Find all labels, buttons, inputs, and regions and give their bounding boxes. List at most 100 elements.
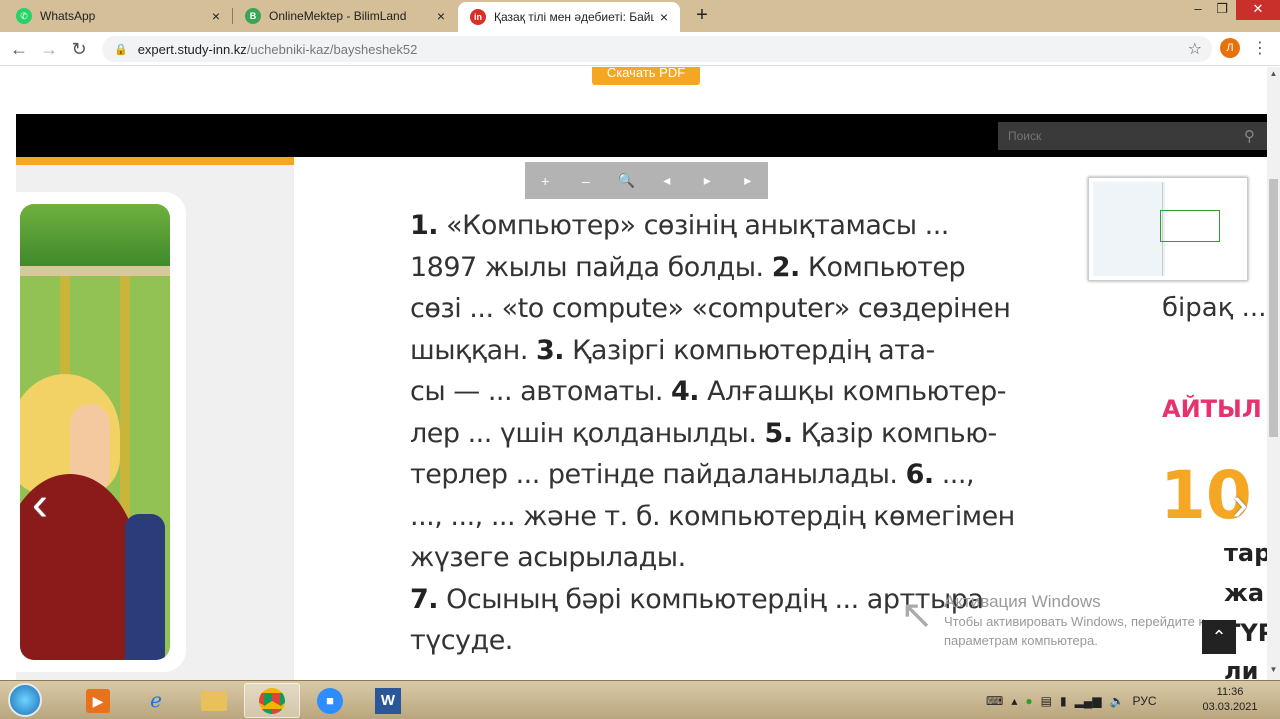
clock-date: 03.03.2021	[1202, 701, 1258, 713]
text-line: ...,	[933, 459, 975, 490]
text-line: шыққан.	[410, 334, 537, 366]
watermark-title: Активация Windows	[944, 592, 1101, 611]
text-line: түсуде.	[410, 625, 513, 656]
grass-image	[20, 204, 170, 266]
prev-icon[interactable]: ◂	[652, 172, 682, 189]
zoom-reset-icon[interactable]: 🔍	[611, 172, 641, 189]
close-tab-icon[interactable]: ×	[431, 8, 451, 24]
url-path: /uchebniki-kaz/baysheshek52	[246, 41, 418, 57]
download-pdf-button[interactable]: Скачать PDF	[592, 67, 700, 85]
start-button[interactable]	[8, 683, 42, 717]
file-explorer-icon[interactable]	[186, 683, 242, 718]
item-number: 6.	[905, 459, 935, 490]
close-tab-icon[interactable]: ×	[654, 9, 674, 25]
page-scrollbar[interactable]: ▲ ▼	[1267, 67, 1280, 680]
tray-expand-icon[interactable]: ▴	[1011, 694, 1017, 708]
fullscreen-icon[interactable]: ▸	[733, 172, 763, 189]
next-page-arrow-icon[interactable]: ›	[1232, 477, 1248, 532]
windows-taskbar: ▶ ℯ ■ W ⌨ ▴ ● ▤ ▮ ▂▄▆ 🔈 РУС 11:36 03.03.…	[0, 680, 1280, 719]
address-bar[interactable]: 🔒 expert.study-inn.kz /uchebniki-kaz/bay…	[102, 36, 1212, 62]
text-line: сы — ... автоматы.	[410, 376, 671, 407]
scroll-up-icon[interactable]: ▲	[1269, 69, 1278, 78]
item-number: 2.	[771, 251, 801, 283]
right-page-text: жа	[1224, 579, 1265, 607]
scrollbar-thumb[interactable]	[1269, 179, 1278, 437]
scroll-to-top-button[interactable]: ⌃	[1202, 620, 1236, 654]
window-frame	[20, 266, 170, 276]
search-input[interactable]	[998, 129, 1244, 143]
language-indicator[interactable]: РУС	[1132, 694, 1156, 708]
media-player-icon[interactable]: ▶	[70, 683, 126, 718]
scroll-down-icon[interactable]: ▼	[1269, 665, 1278, 674]
next-icon[interactable]: ▸	[692, 172, 722, 189]
internet-explorer-icon[interactable]: ℯ	[128, 683, 184, 718]
text-line: ..., ..., ... және т. б. компьютердің кө…	[410, 500, 1015, 532]
study-inn-icon: in	[470, 9, 486, 25]
url-host: expert.study-inn.kz	[137, 41, 247, 57]
zoom-toolbar: + – 🔍 ◂ ▸ ▸	[525, 162, 768, 199]
text-line: терлер ... ретінде пайдаланылады.	[410, 459, 906, 490]
page-thumbnail-navigator[interactable]	[1088, 177, 1248, 281]
browser-menu-icon[interactable]: ⋮	[1252, 38, 1268, 60]
right-page-text: ли	[1224, 657, 1259, 680]
thumbnail-left-page	[1093, 182, 1163, 276]
lock-icon[interactable]: 🔒	[114, 43, 128, 56]
network-icon[interactable]: ▂▄▆	[1075, 694, 1102, 708]
thumbnail-image	[1093, 182, 1243, 276]
zoom-app-icon[interactable]: ■	[302, 683, 358, 718]
tab-label: WhatsApp	[40, 9, 96, 23]
text-line: лер ... үшін қолданылды.	[410, 417, 765, 449]
forward-button[interactable]: →	[38, 38, 60, 60]
text-line: 1897 жылы пайда болды.	[410, 251, 772, 283]
tab-whatsapp[interactable]: ✆ WhatsApp ×	[4, 0, 232, 32]
taskbar-clock[interactable]: 11:36 03.03.2021	[1200, 685, 1260, 715]
page-content: Скачать PDF ⚲	[0, 67, 1267, 680]
right-page-text: тар	[1224, 539, 1267, 567]
item-number: 7.	[410, 583, 439, 615]
new-tab-button[interactable]: +	[690, 4, 714, 28]
close-window-button[interactable]: ✕	[1236, 0, 1280, 20]
whatsapp-icon: ✆	[16, 8, 32, 24]
tab-kazakh-textbook[interactable]: in Қазақ тілі мен әдебиеті: Байшешек 5 к…	[458, 2, 680, 32]
app-tray-icon[interactable]: ●	[1025, 694, 1032, 708]
back-button[interactable]: ←	[8, 38, 30, 60]
restore-button[interactable]: ❐	[1208, 0, 1236, 20]
clock-time: 11:36	[1216, 686, 1244, 698]
text-line: «Компьютер» сөзінің анықтамасы ...	[438, 210, 949, 241]
right-page-heading: АЙТЫЛ	[1162, 395, 1262, 423]
browser-toolbar: ← → ↻ 🔒 expert.study-inn.kz /uchebniki-k…	[0, 32, 1280, 66]
text-line: Компьютер	[799, 251, 966, 283]
system-tray: ⌨ ▴ ● ▤ ▮ ▂▄▆ 🔈 РУС	[986, 689, 1157, 713]
viewer-header: ⚲	[16, 114, 1267, 157]
word-icon[interactable]: W	[360, 683, 416, 718]
illustration-page	[16, 157, 294, 680]
tab-bar: ✆ WhatsApp × B OnlineMektep - BilimLand …	[0, 0, 1280, 32]
item-number: 5.	[764, 417, 794, 449]
volume-icon[interactable]: 🔈	[1110, 694, 1125, 708]
illustration-frame	[16, 192, 186, 672]
text-line: сөзі ... «to compute» «computer» сөздері…	[410, 293, 1011, 324]
windows-activation-watermark: ↖ Активация Windows Чтобы активировать W…	[900, 592, 1220, 650]
text-line: Алғашқы компьютер-	[699, 376, 1006, 407]
text-line: Қазір компью-	[792, 417, 998, 449]
profile-avatar[interactable]: Л	[1220, 38, 1240, 58]
viewer-search: ⚲	[998, 122, 1267, 150]
search-icon[interactable]: ⚲	[1244, 127, 1267, 145]
battery-icon[interactable]: ▮	[1060, 694, 1067, 708]
tab-label: OnlineMektep - BilimLand	[269, 9, 407, 23]
zoom-out-icon[interactable]: –	[571, 173, 601, 189]
item-number: 3.	[536, 334, 565, 366]
zoom-in-icon[interactable]: +	[530, 173, 560, 189]
printer-icon[interactable]: ▤	[1041, 694, 1052, 708]
bookmark-star-icon[interactable]: ☆	[1188, 39, 1202, 59]
item-number: 1.	[410, 210, 439, 241]
keyboard-icon[interactable]: ⌨	[986, 694, 1003, 708]
chrome-icon[interactable]	[244, 683, 300, 718]
tab-bilimland[interactable]: B OnlineMektep - BilimLand ×	[233, 0, 457, 32]
viewport-indicator[interactable]	[1160, 210, 1220, 242]
prev-page-arrow-icon[interactable]: ‹	[32, 477, 48, 532]
close-tab-icon[interactable]: ×	[206, 8, 226, 24]
watermark-icon: ↖	[900, 593, 934, 637]
boy-illustration	[20, 204, 170, 660]
reload-button[interactable]: ↻	[68, 38, 90, 60]
